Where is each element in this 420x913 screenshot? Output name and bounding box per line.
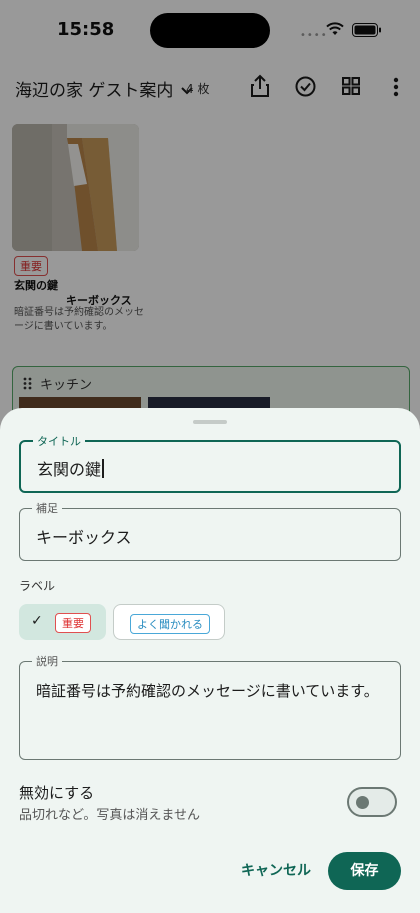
check-icon: ✓ xyxy=(31,613,43,629)
label-chip-important[interactable]: ✓ 重要 xyxy=(19,604,106,640)
note-field-label: 補足 xyxy=(32,500,62,516)
disable-toggle[interactable] xyxy=(347,787,397,817)
title-field[interactable]: タイトル 玄関の鍵 xyxy=(19,433,401,493)
text-caret xyxy=(102,459,105,478)
description-field-label: 説明 xyxy=(32,653,62,669)
title-field-label: タイトル xyxy=(33,433,85,449)
title-field-value: 玄関の鍵 xyxy=(37,460,102,479)
disable-title: 無効にする xyxy=(19,784,95,802)
toggle-knob xyxy=(356,796,369,809)
note-field[interactable]: 補足 キーボックス xyxy=(19,500,401,561)
description-field-value: 暗証番号は予約確認のメッセージに書いています。 xyxy=(36,682,379,700)
disable-subtitle: 品切れなど。写真は消えません xyxy=(19,808,200,823)
sheet-grabber[interactable] xyxy=(193,420,227,424)
note-field-value: キーボックス xyxy=(36,528,132,547)
label-chip-faq-text: よく聞かれる xyxy=(130,614,210,634)
save-button[interactable]: 保存 xyxy=(328,852,401,890)
label-chip-faq[interactable]: よく聞かれる xyxy=(113,604,225,640)
description-field[interactable]: 説明 暗証番号は予約確認のメッセージに書いています。 xyxy=(19,653,401,760)
cancel-button[interactable]: キャンセル xyxy=(236,853,316,889)
labels-heading: ラベル xyxy=(19,579,56,593)
label-chip-important-text: 重要 xyxy=(55,613,91,633)
